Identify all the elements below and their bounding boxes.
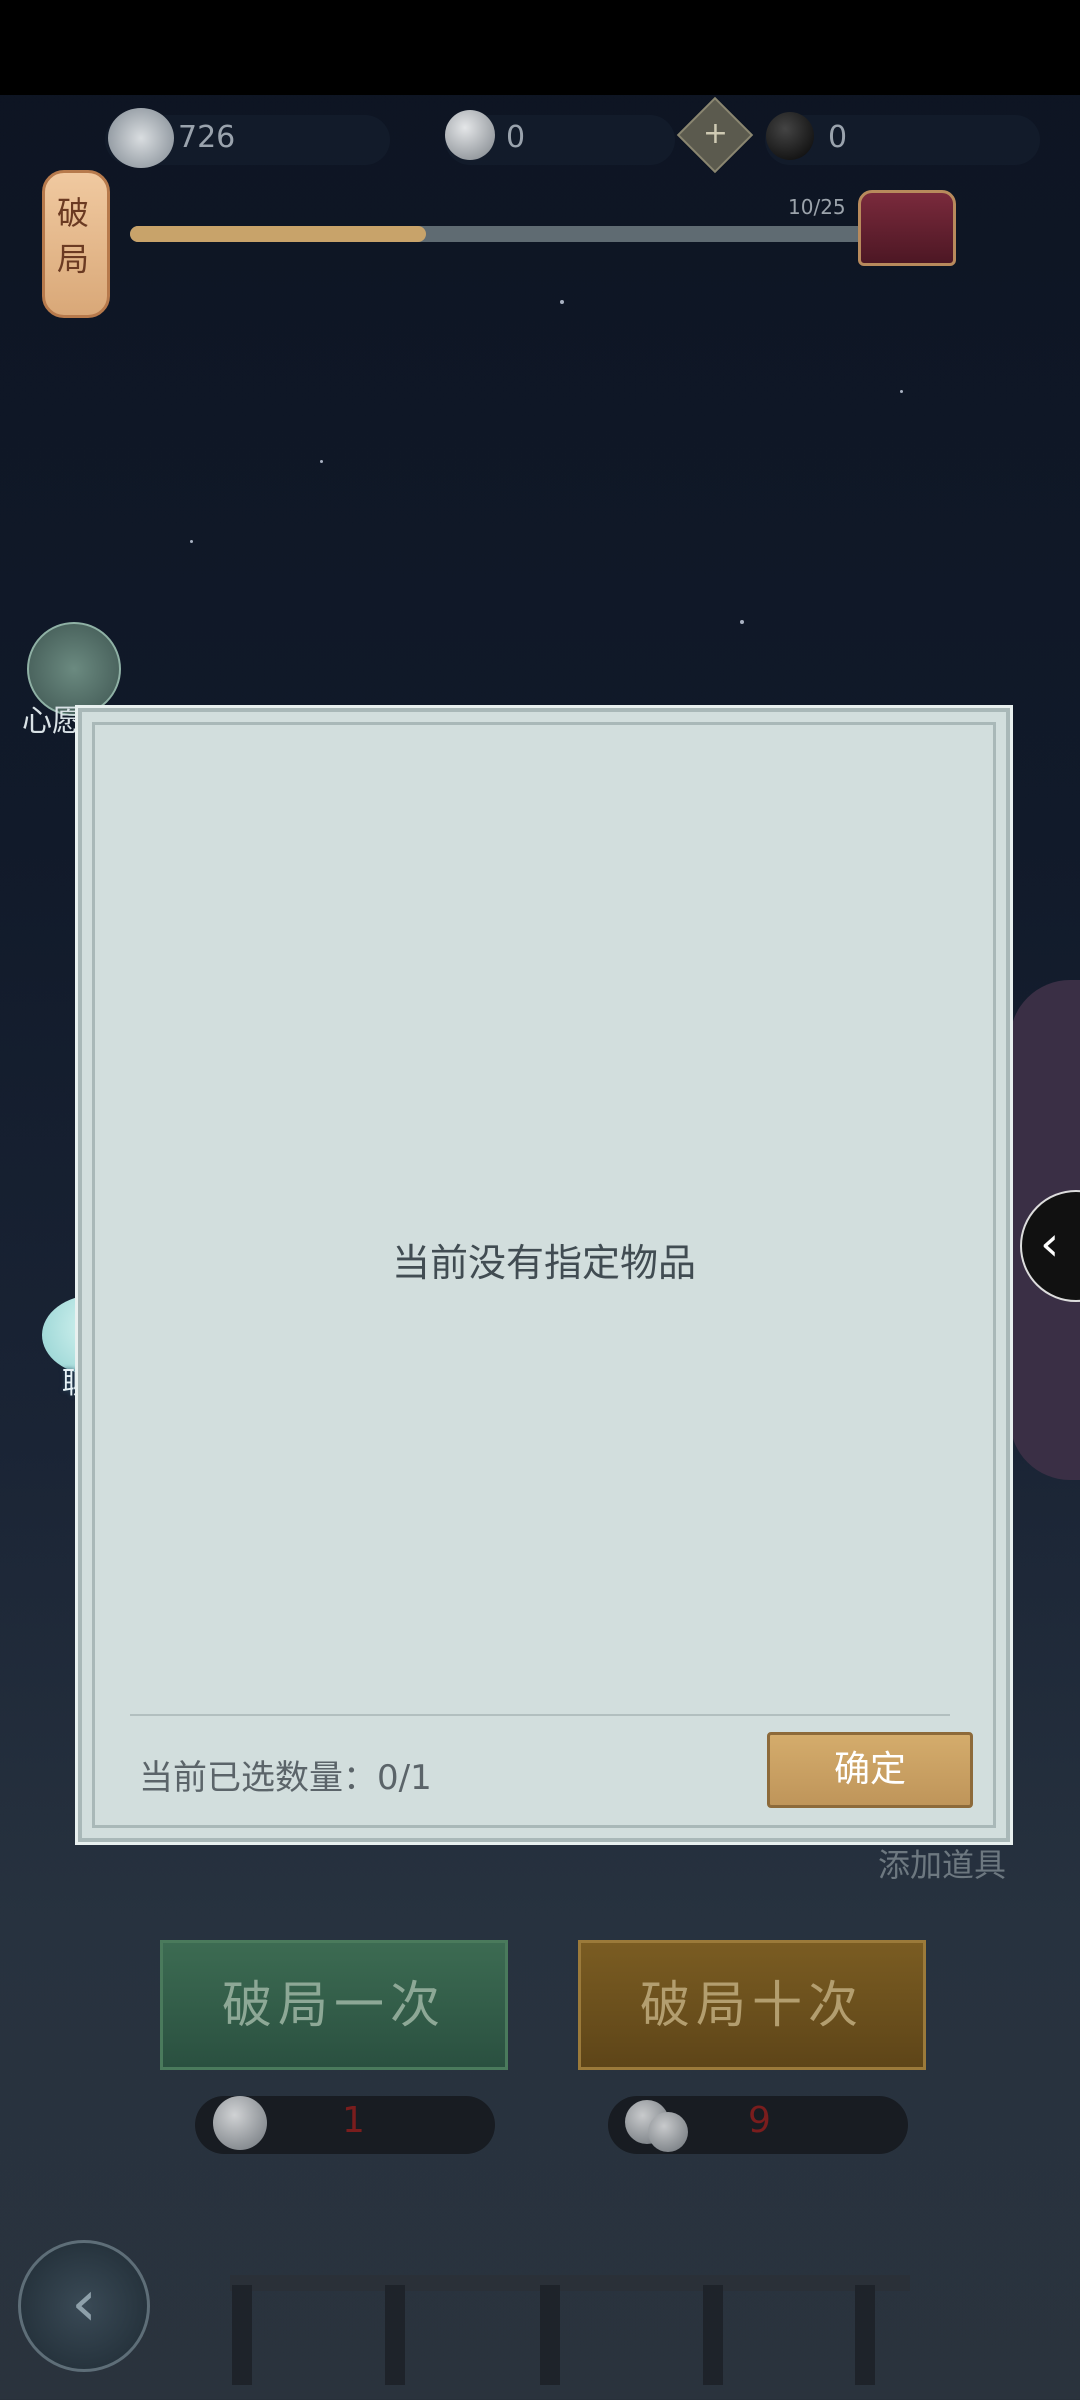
bridge-post xyxy=(855,2285,875,2385)
selected-count: 当前已选数量：0/1 xyxy=(139,1758,432,1798)
star xyxy=(560,300,564,304)
star xyxy=(320,460,323,463)
cost-ten-value: 9 xyxy=(748,2100,771,2141)
bridge-post xyxy=(703,2285,723,2385)
bridge-post xyxy=(385,2285,405,2385)
star xyxy=(190,540,193,543)
silver-ingot-icon xyxy=(108,108,174,168)
progress-fill xyxy=(130,226,426,242)
bridge-post xyxy=(232,2285,252,2385)
back-arrow-icon[interactable]: ‹ xyxy=(18,2240,150,2372)
star xyxy=(740,620,744,624)
silver-amount: 726 xyxy=(178,120,236,155)
treasure-chest-icon[interactable] xyxy=(858,190,956,266)
add-item-label[interactable]: 添加道具 xyxy=(878,1840,1006,1886)
status-bar xyxy=(0,0,1080,95)
empty-message: 当前没有指定物品 xyxy=(391,1241,696,1285)
modal-divider xyxy=(130,1714,950,1716)
confirm-button[interactable]: 确定 xyxy=(767,1732,973,1808)
item-select-modal: 当前没有指定物品 当前已选数量：0/1 确定 xyxy=(78,708,1010,1842)
progress-bar xyxy=(130,226,870,242)
black-stone-amount: 0 xyxy=(828,120,848,155)
progress-label: 10/25 xyxy=(788,195,846,219)
white-stone-icon xyxy=(445,110,495,160)
draw-ten-button[interactable]: 破局十次 xyxy=(578,1940,926,2070)
draw-once-button[interactable]: 破局一次 xyxy=(160,1940,508,2070)
white-stone-amount: 0 xyxy=(506,120,526,155)
white-stones-icon xyxy=(648,2112,688,2152)
white-stone-icon xyxy=(213,2096,267,2150)
bridge-post xyxy=(540,2285,560,2385)
star xyxy=(900,390,903,393)
cost-once-value: 1 xyxy=(342,2100,365,2141)
bridge-rail xyxy=(230,2275,910,2291)
black-stone-icon xyxy=(766,112,814,160)
lantern-title: 破局 xyxy=(56,194,89,278)
